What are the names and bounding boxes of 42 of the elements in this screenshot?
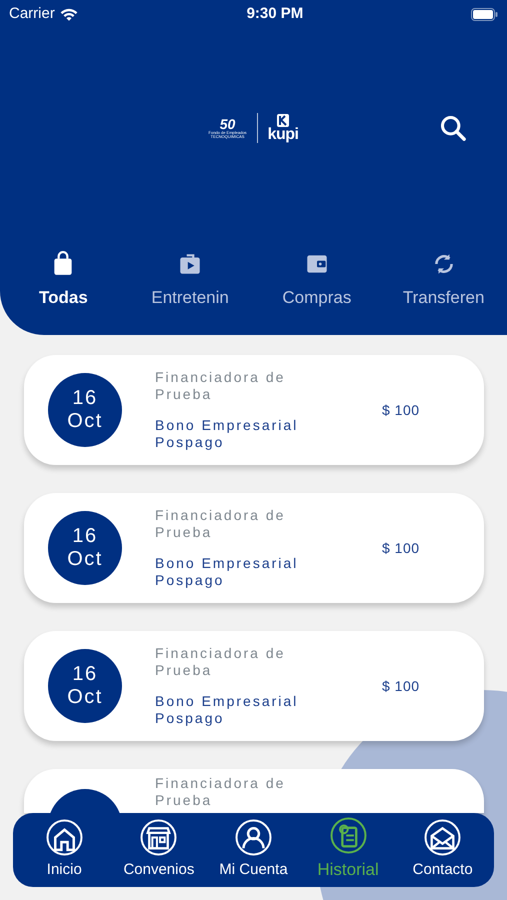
company-name: Financiadora de Prueba [155, 775, 286, 809]
wifi-icon [58, 6, 79, 22]
date-day: 16 [72, 663, 98, 686]
nav-item[interactable]: Mi Cuenta [206, 813, 301, 887]
search-icon [439, 114, 467, 142]
amount: $ 100 [382, 538, 420, 558]
user-icon [234, 818, 272, 856]
category-tab[interactable]: Entretenin [126, 228, 254, 333]
amount: $ 100 [382, 400, 420, 420]
transaction-card[interactable]: 16 Oct Financiadora de Prueba Bono Empresarial Pospago $ 100 [24, 355, 484, 465]
transaction-card[interactable]: Financiadora de Prueba [24, 769, 484, 813]
nav-item[interactable]: Inicio [17, 813, 112, 887]
brand-logo-text: kupi [268, 126, 298, 142]
carrier-label: Carrier [9, 4, 55, 24]
date-day: 16 [72, 525, 98, 548]
nav-item[interactable]: Historial [300, 813, 396, 887]
amount: $ 100 [382, 676, 420, 696]
date-month: Oct [67, 686, 103, 709]
transaction-card[interactable]: 16 Oct Financiadora de Prueba Bono Empresarial Pospago $ 100 [24, 631, 484, 741]
home-icon [46, 818, 83, 856]
product-name: Bono Empresarial Pospago [155, 555, 300, 589]
date-month: Oct [67, 410, 103, 433]
status-time: 9:30 PM [246, 4, 304, 24]
product-name: Bono Empresarial Pospago [155, 417, 300, 451]
company-name: Financiadora de Prueba [155, 645, 286, 679]
category-tab[interactable]: Todas [0, 228, 127, 333]
category-tab[interactable]: Transferen [380, 228, 507, 333]
date-day: 16 [72, 387, 98, 410]
mail-icon [424, 818, 462, 856]
company-name: Financiadora de Prueba [155, 369, 286, 403]
product-name: Bono Empresarial Pospago [155, 693, 300, 727]
battery-icon [470, 8, 498, 20]
nav-item[interactable]: Contacto [395, 813, 490, 887]
date-month: Oct [67, 548, 103, 571]
k-logo-icon [277, 114, 289, 126]
anniversary-logo-text: 50 [220, 116, 236, 131]
company-name: Financiadora de Prueba [155, 507, 286, 541]
clipboard-icon [330, 817, 367, 854]
nav-item[interactable]: Convenios [112, 813, 206, 887]
category-tab[interactable]: Compras [254, 228, 380, 333]
transaction-card[interactable]: 16 Oct Financiadora de Prueba Bono Empresarial Pospago $ 100 [24, 493, 484, 603]
store-icon [140, 818, 178, 856]
